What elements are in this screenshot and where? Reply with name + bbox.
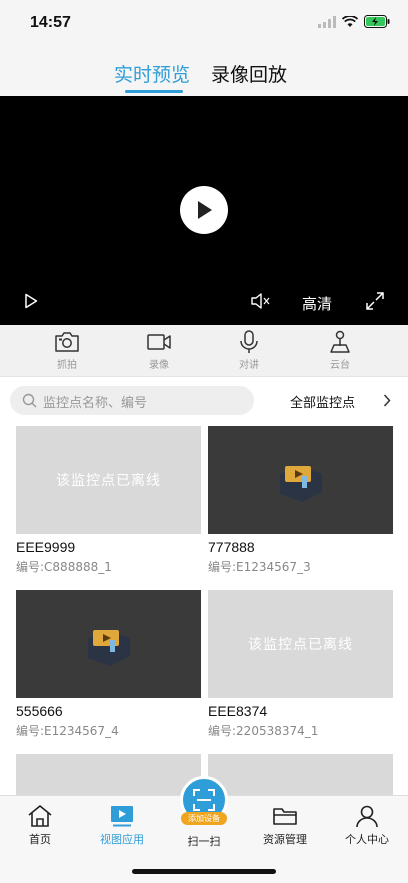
camera-thumbnail[interactable]: [208, 426, 393, 534]
signal-icon: [318, 15, 336, 28]
camera-grid: 该监控点已离线 EEE9999 编号:C888888_1 777888 编号:E…: [0, 423, 408, 795]
nav-resource-management[interactable]: 资源管理: [253, 804, 317, 847]
speaker-mute-icon[interactable]: [250, 292, 270, 310]
camera-icon: [55, 332, 79, 352]
camera-card[interactable]: 该监控点已离线 EEE8374 编号:220538374_1: [208, 590, 393, 739]
status-bar: 14:57: [0, 0, 408, 48]
video-placeholder-icon: [280, 466, 322, 502]
camera-thumbnail[interactable]: [208, 754, 393, 795]
fullscreen-icon[interactable]: [366, 292, 384, 310]
play-icon: [198, 201, 212, 219]
bottom-nav: 首页 视图应用 添加设备 扫一扫 资源管理 个人中心: [0, 776, 408, 883]
intercom-label: 对讲: [239, 360, 259, 371]
offline-text: 该监控点已离线: [248, 637, 353, 653]
wifi-icon: [342, 15, 358, 27]
nav-view-app-label: 视图应用: [100, 833, 144, 846]
ptz-button[interactable]: 云台: [310, 330, 370, 371]
camera-name: EEE9999: [16, 539, 76, 555]
camera-thumbnail[interactable]: [16, 754, 201, 795]
ptz-joystick-icon: [330, 330, 350, 353]
ptz-label: 云台: [330, 360, 350, 371]
video-record-icon: [147, 334, 171, 350]
camera-name: 555666: [16, 703, 63, 719]
nav-personal-label: 个人中心: [345, 833, 389, 846]
user-icon: [356, 805, 378, 828]
nav-personal-center[interactable]: 个人中心: [335, 804, 399, 847]
camera-card[interactable]: 该监控点已离线 EEE9999 编号:C888888_1: [16, 426, 201, 575]
tab-live-preview[interactable]: 实时预览: [114, 60, 190, 87]
camera-thumbnail[interactable]: 该监控点已离线: [208, 590, 393, 698]
nav-home-label: 首页: [29, 833, 51, 846]
camera-card[interactable]: 777888 编号:E1234567_3: [208, 426, 393, 575]
offline-text: 该监控点已离线: [56, 473, 161, 489]
snapshot-button[interactable]: 抓拍: [37, 330, 97, 371]
camera-thumbnail[interactable]: [16, 590, 201, 698]
add-device-badge[interactable]: 添加设备: [181, 812, 227, 825]
active-tab-indicator: [125, 90, 183, 93]
camera-card[interactable]: [208, 754, 393, 795]
home-indicator[interactable]: [132, 869, 276, 874]
camera-card[interactable]: [16, 754, 201, 795]
view-tabs: 实时预览 录像回放: [0, 48, 408, 96]
status-icons: [318, 15, 390, 28]
status-time: 14:57: [30, 14, 71, 31]
video-placeholder-icon: [88, 630, 130, 666]
intercom-button[interactable]: 对讲: [219, 330, 279, 371]
record-button[interactable]: 录像: [129, 330, 189, 371]
chevron-right-icon[interactable]: [383, 394, 391, 407]
nav-scan-label[interactable]: 扫一扫: [176, 833, 232, 849]
camera-id: 编号:E1234567_4: [16, 724, 119, 738]
search-row: 监控点名称、编号 全部监控点: [0, 377, 408, 423]
search-input[interactable]: 监控点名称、编号: [10, 386, 254, 415]
camera-thumbnail[interactable]: 该监控点已离线: [16, 426, 201, 534]
nav-home[interactable]: 首页: [8, 804, 72, 847]
home-icon: [28, 805, 52, 827]
camera-id: 编号:C888888_1: [16, 560, 112, 574]
battery-charging-icon: [364, 15, 390, 28]
quality-toggle[interactable]: 高清: [302, 293, 332, 314]
camera-card[interactable]: 555666 编号:E1234567_4: [16, 590, 201, 739]
all-monitor-points-filter[interactable]: 全部监控点: [290, 392, 355, 411]
folder-icon: [273, 808, 297, 825]
play-button[interactable]: [180, 186, 228, 234]
play-small-icon[interactable]: [24, 293, 38, 309]
nav-resource-label: 资源管理: [263, 833, 307, 846]
nav-view-app[interactable]: 视图应用: [90, 804, 154, 847]
control-toolbar: 抓拍 录像 对讲 云台: [0, 325, 408, 377]
tab-playback[interactable]: 录像回放: [211, 60, 287, 87]
view-app-icon: [111, 806, 133, 827]
search-icon: [22, 393, 37, 408]
scan-icon: [193, 789, 215, 811]
record-label: 录像: [149, 360, 169, 371]
camera-name: 777888: [208, 539, 255, 555]
search-placeholder: 监控点名称、编号: [43, 396, 148, 411]
camera-id: 编号:E1234567_3: [208, 560, 311, 574]
microphone-icon: [240, 330, 258, 353]
snapshot-label: 抓拍: [57, 360, 77, 371]
camera-id: 编号:220538374_1: [208, 724, 319, 738]
camera-name: EEE8374: [208, 703, 268, 719]
video-player[interactable]: 高清: [0, 96, 408, 325]
